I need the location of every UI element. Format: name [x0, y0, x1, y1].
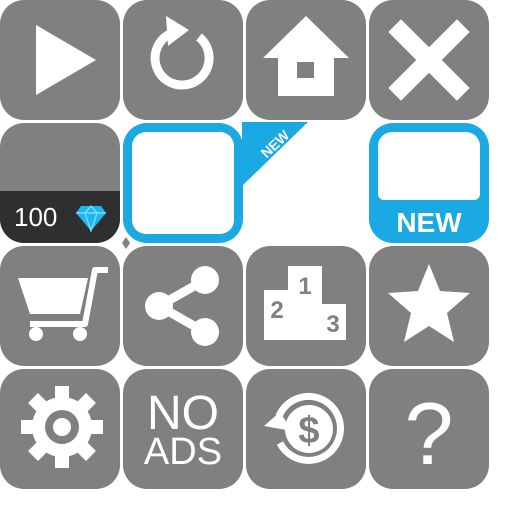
settings-button[interactable] — [0, 369, 120, 489]
new-tab-content — [378, 132, 480, 200]
restore-purchase-icon: $ — [264, 392, 344, 464]
no-ads-line2: ADS — [143, 431, 223, 473]
help-button[interactable]: ? — [369, 369, 489, 489]
podium-second-label: 2 — [270, 297, 283, 324]
podium-first-label: 1 — [298, 273, 311, 300]
shop-button[interactable] — [0, 246, 120, 366]
close-icon — [388, 19, 470, 101]
share-button[interactable] — [123, 246, 243, 366]
podium-icon: 1 2 3 — [264, 266, 346, 340]
rate-button[interactable] — [369, 246, 489, 366]
podium-third-label: 3 — [326, 311, 339, 338]
price-value: 100 — [14, 202, 58, 232]
help-icon: ? — [404, 384, 454, 483]
price-tag: 100 — [0, 191, 120, 243]
new-item-slot[interactable] — [123, 123, 243, 243]
play-icon — [36, 25, 96, 95]
restore-purchase-button[interactable]: $ — [246, 369, 366, 489]
restart-button[interactable] — [123, 0, 243, 120]
price-tile[interactable]: 100 — [0, 123, 120, 243]
home-button[interactable] — [246, 0, 366, 120]
cart-icon — [18, 267, 108, 341]
home-icon — [263, 16, 349, 96]
share-icon — [145, 266, 219, 346]
play-button[interactable] — [0, 0, 120, 120]
gear-icon — [21, 386, 103, 468]
svg-text:$: $ — [298, 410, 319, 452]
close-button[interactable] — [369, 0, 489, 120]
restart-icon — [150, 16, 214, 90]
new-item-slot-content — [132, 132, 234, 234]
new-tab-label: NEW — [396, 207, 462, 238]
star-icon — [388, 264, 470, 342]
diamond-icon — [76, 205, 106, 232]
leaderboard-button[interactable]: 1 2 3 — [246, 246, 366, 366]
no-ads-button[interactable]: NO ADS — [123, 369, 243, 489]
new-tab-tile[interactable]: NEW — [369, 123, 489, 243]
